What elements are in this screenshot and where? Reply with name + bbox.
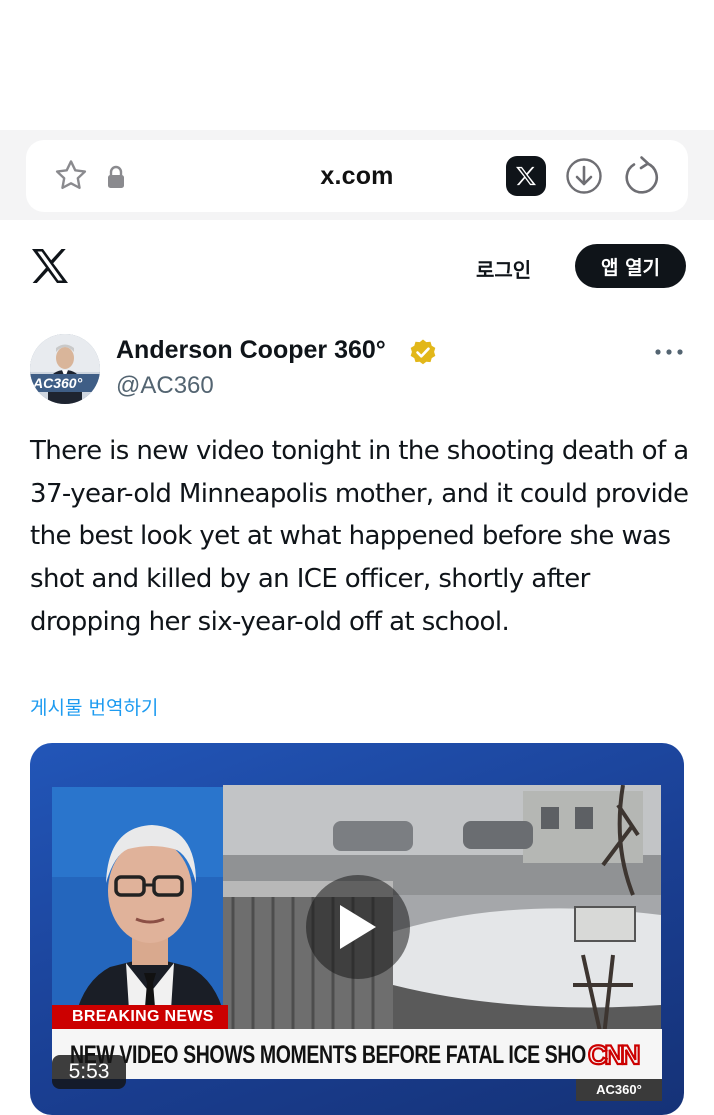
author-handle[interactable]: @AC360 (116, 372, 214, 400)
open-app-button[interactable]: 앱 열기 (575, 244, 686, 288)
video-card[interactable]: BREAKING NEWS NEW VIDEO SHOWS MOMENTS BE… (30, 743, 684, 1115)
translate-post-link[interactable]: 게시물 번역하기 (30, 693, 158, 720)
login-link[interactable]: 로그인 (476, 254, 531, 283)
verified-badge-icon (410, 339, 436, 365)
play-icon (340, 905, 376, 949)
breaking-news-label: BREAKING NEWS (52, 1005, 228, 1029)
download-icon[interactable] (564, 156, 604, 196)
show-tag: AC360° (576, 1079, 662, 1101)
avatar[interactable]: AC360° (30, 334, 100, 404)
play-button[interactable] (306, 875, 410, 979)
browser-toolbar: x.com (0, 130, 714, 220)
more-options-icon[interactable] (654, 342, 684, 362)
avatar-label: AC360° (32, 375, 83, 391)
cnn-logo-text: CNN (588, 1040, 639, 1070)
author-name[interactable]: Anderson Cooper 360° (116, 336, 386, 365)
video-duration: 5:53 (52, 1055, 126, 1089)
headline-bar: NEW VIDEO SHOWS MOMENTS BEFORE FATAL ICE… (52, 1029, 662, 1079)
footage-video-panel (223, 785, 661, 1055)
headline-text: NEW VIDEO SHOWS MOMENTS BEFORE FATAL ICE… (70, 1041, 646, 1069)
address-bar[interactable]: x.com (26, 140, 688, 212)
x-app-icon[interactable] (506, 156, 546, 196)
x-logo-icon[interactable] (30, 248, 70, 284)
reload-icon[interactable] (622, 154, 662, 196)
cnn-logo-icon: CNN (586, 1038, 650, 1070)
post-text: There is new video tonight in the shooti… (30, 436, 689, 637)
